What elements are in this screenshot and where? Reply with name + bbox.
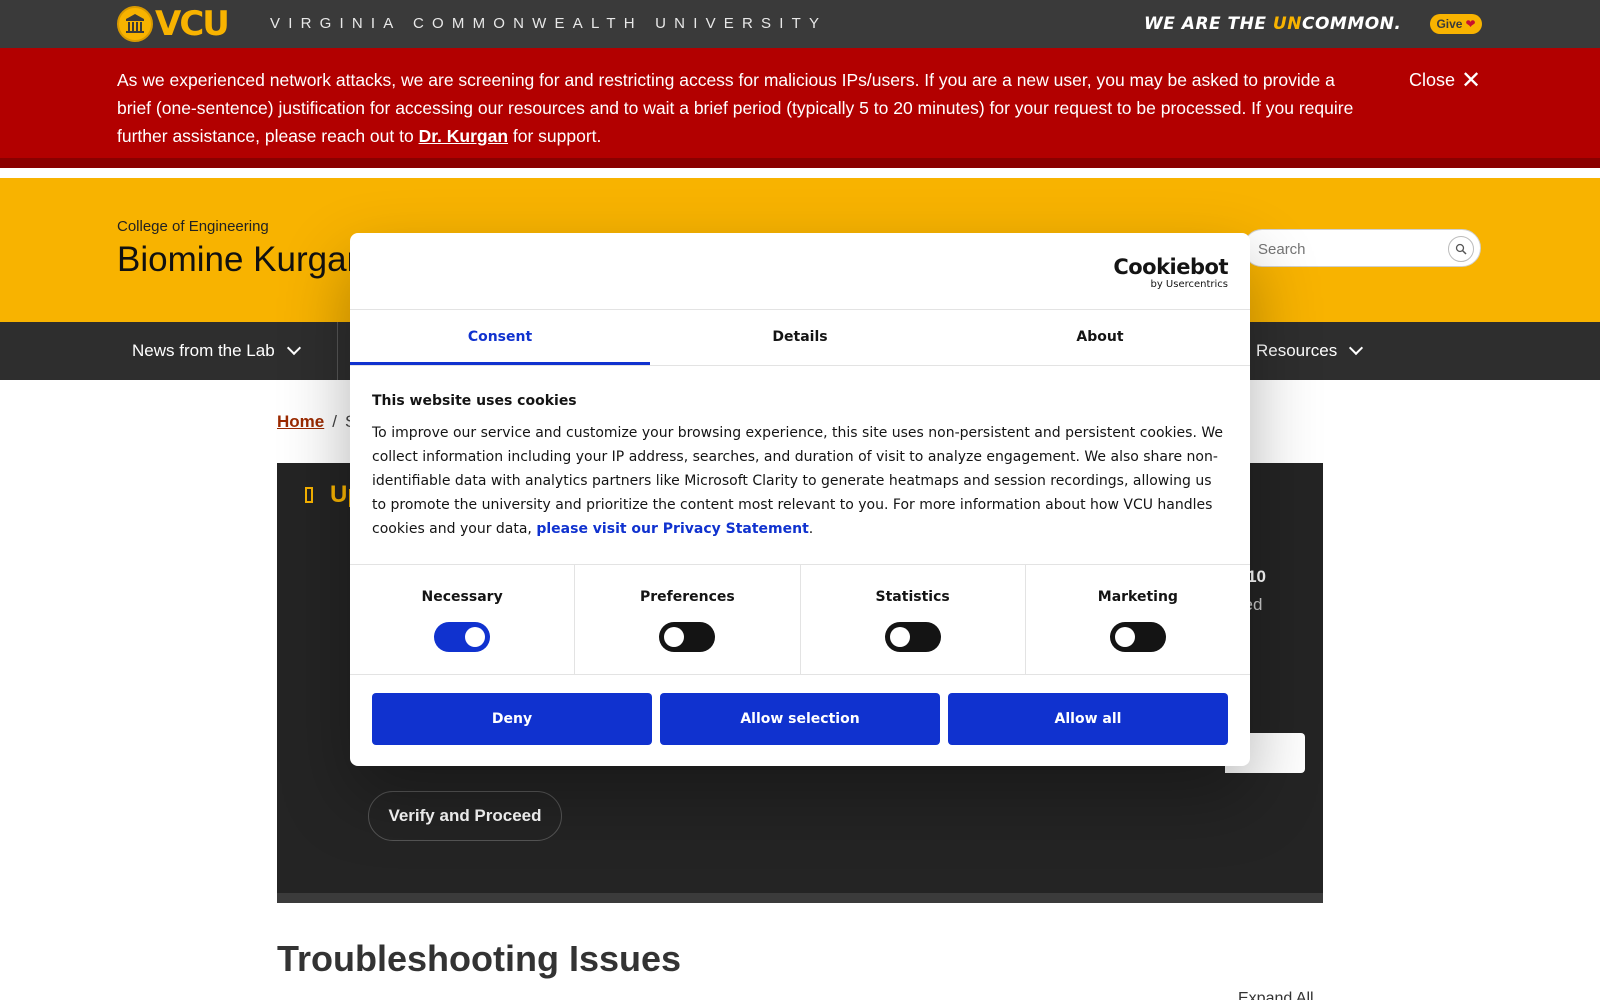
cookiebot-brand: Cookiebot bbox=[1113, 255, 1228, 279]
tagline-highlight: UN bbox=[1272, 14, 1302, 34]
vcu-top-bar: VCU VIRGINIA COMMONWEALTH UNIVERSITY WE … bbox=[0, 0, 1600, 48]
tab-about[interactable]: About bbox=[950, 309, 1250, 365]
search-button[interactable] bbox=[1448, 236, 1474, 262]
necessary-switch[interactable] bbox=[434, 622, 491, 652]
tab-consent[interactable]: Consent bbox=[350, 309, 650, 365]
uncommon-tagline[interactable]: WE ARE THE UNCOMMON. bbox=[1144, 13, 1401, 35]
switch-knob bbox=[1114, 627, 1135, 647]
privacy-statement-link[interactable]: please visit our Privacy Statement bbox=[536, 521, 808, 537]
chevron-down-icon bbox=[286, 340, 301, 356]
chevron-down-icon bbox=[1349, 340, 1364, 356]
toggle-preferences: Preferences bbox=[575, 565, 801, 674]
college-link[interactable]: College of Engineering bbox=[117, 218, 269, 235]
allow-selection-button[interactable]: Allow selection bbox=[660, 693, 940, 745]
troubleshooting-heading: Troubleshooting Issues bbox=[277, 938, 682, 979]
nav-divider bbox=[337, 322, 338, 380]
search-input[interactable] bbox=[1258, 238, 1438, 260]
statistics-switch[interactable] bbox=[884, 622, 941, 652]
tagline-prefix: WE ARE THE bbox=[1144, 14, 1273, 34]
deny-button[interactable]: Deny bbox=[372, 693, 652, 745]
toggle-label: Preferences bbox=[640, 589, 735, 605]
nav-item-label: News from the Lab bbox=[132, 341, 275, 360]
verify-and-proceed-button[interactable]: Verify and Proceed bbox=[368, 791, 562, 841]
marketing-switch[interactable] bbox=[1109, 622, 1166, 652]
dialog-divider bbox=[350, 365, 1250, 366]
search-icon bbox=[1455, 243, 1467, 255]
cookie-heading: This website uses cookies bbox=[372, 393, 577, 409]
network-alert-banner: As we experienced network attacks, we ar… bbox=[0, 48, 1600, 168]
tab-details[interactable]: Details bbox=[650, 309, 950, 365]
cookie-category-toggles: Necessary Preferences Statistics Marketi… bbox=[350, 564, 1250, 675]
cookie-description: To improve our service and customize you… bbox=[372, 421, 1228, 541]
toggle-label: Statistics bbox=[875, 589, 950, 605]
alert-text-after: for support. bbox=[508, 126, 602, 146]
allow-all-button[interactable]: Allow all bbox=[948, 693, 1228, 745]
toggle-necessary: Necessary bbox=[350, 565, 576, 674]
alert-message: As we experienced network attacks, we ar… bbox=[117, 66, 1367, 150]
toggle-marketing: Marketing bbox=[1026, 565, 1250, 674]
nav-item-resources[interactable]: Resources bbox=[1256, 322, 1364, 380]
site-title[interactable]: Biomine Kurgan bbox=[117, 240, 366, 280]
vcu-logo-text: VCU bbox=[155, 4, 230, 44]
switch-knob bbox=[889, 627, 910, 647]
cookie-body-end: . bbox=[808, 521, 814, 537]
close-icon: ✕ bbox=[1461, 66, 1482, 94]
nav-item-label: Resources bbox=[1256, 341, 1338, 360]
cookiebot-logo[interactable]: Cookiebot by Usercentrics bbox=[1113, 255, 1228, 290]
preferences-switch[interactable] bbox=[659, 622, 716, 652]
university-name[interactable]: VIRGINIA COMMONWEALTH UNIVERSITY bbox=[270, 14, 827, 34]
expand-all-button[interactable]: Expand All bbox=[1238, 990, 1314, 1000]
switch-knob bbox=[664, 627, 685, 647]
cookiebot-brand-sub: by Usercentrics bbox=[1150, 279, 1228, 290]
toggle-statistics: Statistics bbox=[801, 565, 1026, 674]
nav-item-news[interactable]: News from the Lab bbox=[132, 322, 301, 380]
alert-text-before: As we experienced network attacks, we ar… bbox=[117, 70, 1354, 146]
close-label: Close bbox=[1409, 70, 1456, 90]
switch-knob bbox=[465, 627, 486, 647]
toggle-label: Marketing bbox=[1097, 589, 1178, 605]
give-label: Give bbox=[1436, 17, 1463, 31]
toggle-label: Necessary bbox=[421, 589, 503, 605]
alert-close-button[interactable]: Close ✕ bbox=[1409, 66, 1482, 94]
cookie-consent-dialog: Cookiebot by Usercentrics Consent Detail… bbox=[350, 233, 1250, 766]
breadcrumb-home[interactable]: Home bbox=[277, 412, 324, 432]
heart-icon: ❤ bbox=[1465, 17, 1476, 31]
breadcrumb-separator: / bbox=[332, 412, 337, 431]
vcu-seal-icon bbox=[117, 6, 153, 42]
give-button[interactable]: Give ❤ bbox=[1430, 14, 1482, 34]
breadcrumb: Home / S bbox=[277, 412, 356, 432]
vcu-logo[interactable]: VCU bbox=[117, 4, 230, 44]
alert-icon bbox=[305, 487, 313, 503]
search-box bbox=[1243, 229, 1481, 267]
dr-kurgan-link[interactable]: Dr. Kurgan bbox=[419, 126, 508, 146]
tagline-suffix: COMMON. bbox=[1301, 14, 1402, 34]
